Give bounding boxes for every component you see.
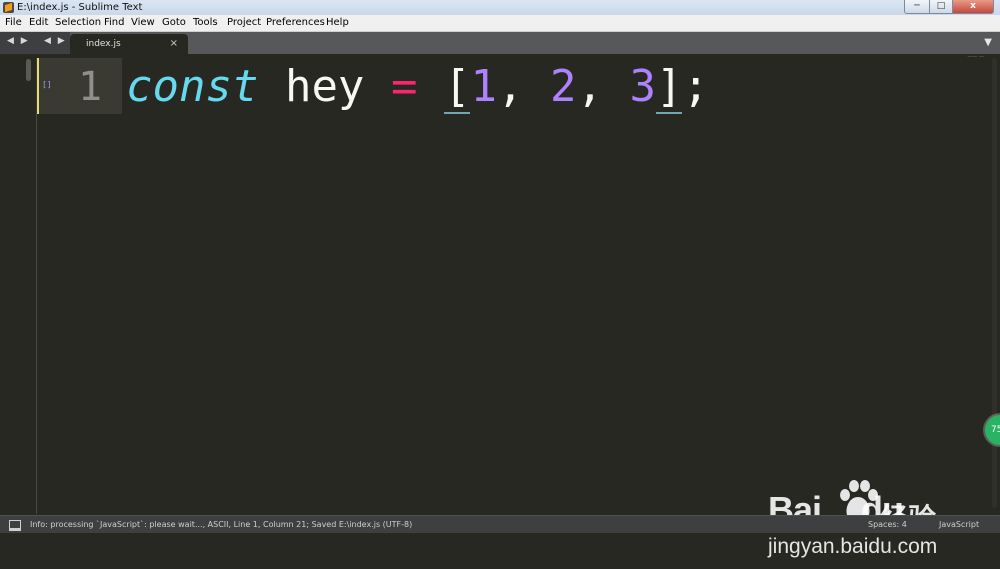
code-number-2: 2 [549, 61, 577, 112]
code-editor[interactable]: [] 1 const hey = [1, 2, 3]; —— — Baidu 经… [0, 54, 1000, 558]
code-keyword: const [126, 61, 259, 112]
tab-bar: ◀ ▶ ◀ ▶ index.js × ▼ [0, 32, 1000, 54]
menu-bar: File Edit Selection Find View Goto Tools… [0, 15, 1000, 32]
bracket-match-icon: [] [42, 80, 52, 89]
indentation-selector[interactable]: Spaces: 4 [868, 516, 907, 533]
sublime-app-icon [3, 2, 14, 13]
nav-back-forward-icon[interactable]: ◀ ▶ [7, 36, 30, 46]
line-number: 1 [78, 64, 103, 110]
tab-list-dropdown-icon[interactable]: ▼ [984, 37, 992, 48]
minimize-button[interactable]: ─ [904, 0, 930, 14]
panel-toggle-icon[interactable] [9, 520, 21, 531]
code-number-3: 3 [629, 61, 656, 112]
menu-goto[interactable]: Goto [162, 15, 186, 31]
menu-file[interactable]: File [5, 15, 22, 31]
menu-edit[interactable]: Edit [29, 15, 48, 31]
menu-find[interactable]: Find [104, 15, 125, 31]
code-identifier: hey [284, 61, 365, 112]
code-number-1: 1 [470, 61, 497, 112]
code-open-bracket: [ [443, 61, 471, 114]
menu-preferences[interactable]: Preferences [266, 15, 325, 31]
menu-view[interactable]: View [131, 15, 155, 31]
syntax-selector[interactable]: JavaScript [939, 516, 979, 533]
status-message: Info: processing `JavaScript`: please wa… [30, 520, 413, 529]
gutter-divider [36, 114, 37, 514]
watermark-url: jingyan.baidu.com [768, 535, 938, 558]
minimap-scroll-handle[interactable] [26, 59, 31, 81]
tab-close-icon[interactable]: × [170, 34, 178, 54]
code-comma-2: , [576, 61, 603, 112]
code-line-1[interactable]: const hey = [1, 2, 3]; [126, 60, 709, 114]
code-comma-1: , [496, 61, 524, 112]
maximize-button[interactable]: □ [930, 0, 953, 14]
minimap-preview[interactable]: —— — [967, 54, 984, 60]
code-close-bracket: ] [655, 61, 683, 114]
menu-project[interactable]: Project [227, 15, 261, 31]
window-title: E:\index.js - Sublime Text [17, 2, 143, 13]
menu-selection[interactable]: Selection [55, 15, 101, 31]
tab-index-js[interactable]: index.js × [70, 34, 188, 54]
status-bar: Info: processing `JavaScript`: please wa… [0, 515, 1000, 533]
nav-prev-next-icon[interactable]: ◀ ▶ [44, 36, 67, 46]
code-operator: = [390, 61, 418, 112]
close-button[interactable]: x [953, 0, 994, 14]
code-semicolon: ; [682, 61, 709, 112]
window-controls: ─ □ x [904, 0, 994, 14]
window-title-bar: E:\index.js - Sublime Text ─ □ x [0, 0, 1000, 15]
menu-help[interactable]: Help [326, 15, 349, 31]
menu-tools[interactable]: Tools [193, 15, 218, 31]
tab-label: index.js [86, 39, 121, 49]
line-modified-marker [37, 58, 39, 114]
